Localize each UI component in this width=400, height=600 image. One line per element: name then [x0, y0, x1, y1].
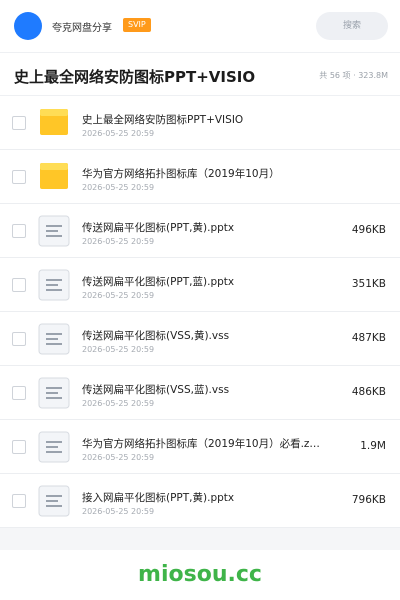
file-row[interactable]: 华为官方网络拓扑图标库（2019年10月）必看.z… 2026-05-25 20:… [0, 420, 400, 474]
file-row[interactable]: 史上最全网络安防图标PPT+VISIO 2026-05-25 20:59 [0, 96, 400, 150]
document-icon [38, 377, 70, 409]
document-icon [38, 431, 70, 463]
file-size: 351KB [351, 278, 386, 290]
file-name[interactable]: 传送网扁平化图标(VSS,蓝).vss [82, 382, 332, 397]
search-button[interactable]: 搜索 [316, 12, 388, 40]
file-date: 2026-05-25 20:59 [82, 453, 155, 462]
file-date: 2026-05-25 20:59 [82, 345, 155, 354]
svip-badge: SVIP [123, 18, 151, 32]
page-title: 史上最全网络安防图标PPT+VISIO [14, 68, 256, 86]
file-date: 2026-05-25 20:59 [82, 183, 155, 192]
file-date: 2026-05-25 20:59 [82, 129, 155, 138]
file-name[interactable]: 接入网扁平化图标(PPT,黄).pptx [82, 490, 332, 505]
file-date: 2026-05-25 20:59 [82, 507, 155, 516]
folder-meta: 共 56 项 · 323.8M [319, 71, 388, 80]
file-name[interactable]: 华为官方网络拓扑图标库（2019年10月） [82, 166, 332, 181]
file-row[interactable]: 接入网扁平化图标(PPT,黄).pptx 2026-05-25 20:59 796K… [0, 474, 400, 528]
file-name[interactable]: 史上最全网络安防图标PPT+VISIO [82, 112, 332, 127]
folder-header: 史上最全网络安防图标PPT+VISIO 共 56 项 · 323.8M [0, 52, 400, 96]
watermark: miosou.cc [138, 562, 262, 587]
document-icon [38, 323, 70, 355]
folder-icon [38, 107, 70, 139]
file-row[interactable]: 传送网扁平化图标(VSS,黄).vss 2026-05-25 20:59 487KB [0, 312, 400, 366]
select-checkbox[interactable] [12, 494, 26, 508]
file-name[interactable]: 传送网扁平化图标(PPT,黄).pptx [82, 220, 332, 235]
select-checkbox[interactable] [12, 386, 26, 400]
document-icon [38, 269, 70, 301]
select-checkbox[interactable] [12, 170, 26, 184]
file-size: 796KB [351, 494, 386, 506]
avatar[interactable] [14, 12, 42, 40]
file-date: 2026-05-25 20:59 [82, 237, 155, 246]
file-name[interactable]: 传送网扁平化图标(VSS,黄).vss [82, 328, 332, 343]
file-size: 486KB [351, 386, 386, 398]
file-size: 496KB [351, 224, 386, 236]
select-checkbox[interactable] [12, 332, 26, 346]
select-checkbox[interactable] [12, 440, 26, 454]
folder-icon [38, 161, 70, 193]
file-row[interactable]: 传送网扁平化图标(PPT,黄).pptx 2026-05-25 20:59 496K… [0, 204, 400, 258]
file-name[interactable]: 传送网扁平化图标(PPT,蓝).pptx [82, 274, 332, 289]
file-list: 史上最全网络安防图标PPT+VISIO 2026-05-25 20:59 华为官方网… [0, 96, 400, 528]
select-checkbox[interactable] [12, 278, 26, 292]
file-date: 2026-05-25 20:59 [82, 399, 155, 408]
top-bar: 夸克网盘分享 SVIP 搜索 [0, 0, 400, 52]
document-icon [38, 215, 70, 247]
document-icon [38, 485, 70, 517]
share-title: 夸克网盘分享 [52, 23, 112, 34]
file-name[interactable]: 华为官方网络拓扑图标库（2019年10月）必看.z… [82, 436, 332, 451]
select-checkbox[interactable] [12, 116, 26, 130]
file-size: 487KB [351, 332, 386, 344]
select-checkbox[interactable] [12, 224, 26, 238]
file-row[interactable]: 华为官方网络拓扑图标库（2019年10月） 2026-05-25 20:59 [0, 150, 400, 204]
footer: miosou.cc [0, 550, 400, 600]
file-date: 2026-05-25 20:59 [82, 291, 155, 300]
file-row[interactable]: 传送网扁平化图标(PPT,蓝).pptx 2026-05-25 20:59 351K… [0, 258, 400, 312]
file-size: 1.9M [360, 440, 386, 452]
file-row[interactable]: 传送网扁平化图标(VSS,蓝).vss 2026-05-25 20:59 486KB [0, 366, 400, 420]
